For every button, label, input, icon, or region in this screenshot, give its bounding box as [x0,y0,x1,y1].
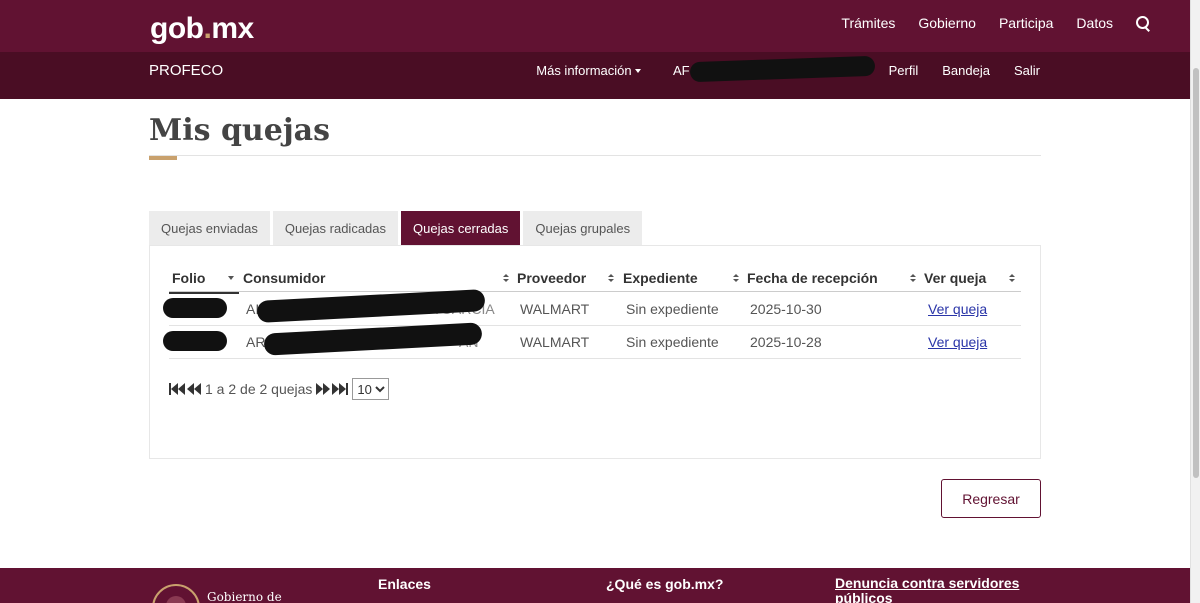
page-scrollbar[interactable] [1190,0,1200,603]
redaction-mark [256,289,486,323]
title-divider [149,155,1041,156]
nav-gobierno[interactable]: Gobierno [918,15,976,31]
complaint-tabs: Quejas enviadas Quejas radicadas Quejas … [149,211,643,245]
page-title: Mis quejas [149,113,330,148]
sort-icon[interactable] [608,274,614,282]
government-seal-icon [152,584,200,603]
footer-denuncia-link[interactable]: Denuncia contra servidores públicos [835,576,1025,603]
cell-proveedor: WALMART [520,334,590,350]
sub-nav-links: Más información Perfil Bandeja Salir [536,52,1040,88]
redaction-mark [263,322,483,356]
nav-participa[interactable]: Participa [999,15,1053,31]
footer: Gobierno de Enlaces ¿Qué es gob.mx? Denu… [0,568,1190,603]
gobmx-logo[interactable]: gob.mx [150,12,254,46]
header-proveedor[interactable]: Proveedor [517,270,586,286]
nav-bandeja[interactable]: Bandeja [942,63,990,78]
sort-icon[interactable] [910,274,916,282]
cell-fecha: 2025-10-30 [750,301,822,317]
sort-icon[interactable] [503,274,509,282]
prev-page-icon[interactable] [187,382,201,396]
footer-enlaces-heading: Enlaces [378,576,431,592]
nav-perfil[interactable]: Perfil [889,63,919,78]
tab-quejas-grupales[interactable]: Quejas grupales [523,211,643,245]
footer-gobierno-de: Gobierno de [207,590,282,603]
next-page-icon[interactable] [316,382,331,396]
logo-tld: mx [211,12,254,45]
brand-profeco[interactable]: PROFECO [149,62,223,79]
top-nav-links: Trámites Gobierno Participa Datos [841,0,1150,46]
regresar-button[interactable]: Regresar [941,479,1041,518]
tab-quejas-cerradas[interactable]: Quejas cerradas [401,211,521,245]
redaction-mark [163,331,227,351]
sort-desc-icon[interactable] [228,276,234,280]
table-header: Folio Consumidor Proveedor Expediente Fe… [169,264,1021,294]
sort-icon[interactable] [733,274,739,282]
ver-queja-link[interactable]: Ver queja [928,334,987,350]
header-folio[interactable]: Folio [172,270,205,286]
header-expediente[interactable]: Expediente [623,270,698,286]
table-row: AR AN WALMART Sin expediente 2025-10-28 … [163,322,1021,359]
scroll-thumb[interactable] [1193,68,1199,478]
footer-que-es-heading: ¿Qué es gob.mx? [606,576,724,592]
header-consumidor[interactable]: Consumidor [243,270,325,286]
table-row: AI ANDA GARCIA WALMART Sin expediente 20… [163,289,1021,326]
title-accent-bar [149,156,177,160]
cell-expediente: Sin expediente [626,334,719,350]
header-fecha-recepcion[interactable]: Fecha de recepción [747,270,878,286]
last-page-icon[interactable] [332,382,349,396]
cell-proveedor: WALMART [520,301,590,317]
nav-datos[interactable]: Datos [1076,15,1113,31]
cell-expediente: Sin expediente [626,301,719,317]
pagination: 1 a 2 de 2 quejas 10 [169,378,390,400]
top-navbar: gob.mx Trámites Gobierno Participa Datos [0,0,1190,52]
search-icon[interactable] [1136,16,1150,30]
nav-salir[interactable]: Salir [1014,63,1040,78]
nav-tramites[interactable]: Trámites [841,15,895,31]
cell-consumidor-prefix: AR [246,334,266,350]
sub-navbar: PROFECO AF Más información Perfil Bandej… [0,52,1190,99]
redaction-mark [163,298,227,318]
logo-main: gob [150,12,204,45]
header-ver-queja[interactable]: Ver queja [924,270,986,286]
tab-quejas-radicadas[interactable]: Quejas radicadas [272,211,399,245]
mas-informacion-label: Más información [536,62,632,78]
first-page-icon[interactable] [169,382,185,396]
ver-queja-link[interactable]: Ver queja [928,301,987,317]
mas-informacion-dropdown[interactable]: Más información [536,62,641,78]
sort-icon[interactable] [1009,274,1015,282]
caret-down-icon [634,69,641,74]
page-size-select[interactable]: 10 [352,378,390,400]
tab-quejas-enviadas[interactable]: Quejas enviadas [149,211,270,245]
pagination-summary: 1 a 2 de 2 quejas [205,381,313,397]
cell-fecha: 2025-10-28 [750,334,822,350]
